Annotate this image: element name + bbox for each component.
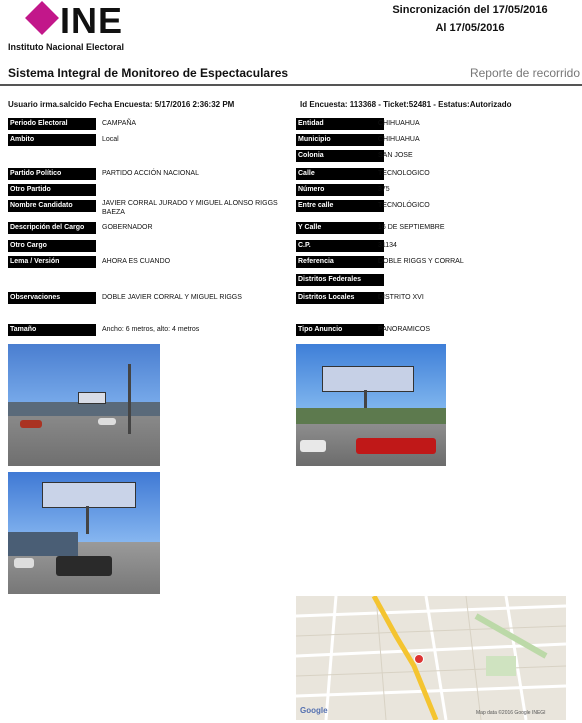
value-colonia: SAN JOSE (378, 152, 413, 159)
label-cp: C.P. (296, 240, 384, 252)
label-periodo: Periodo Electoral (8, 118, 96, 130)
label-referencia: Referencia (296, 256, 384, 268)
label-cargo: Descripción del Cargo (8, 222, 96, 234)
label-entidad: Entidad (296, 118, 384, 130)
value-referencia: DOBLE RIGGS Y CORRAL (378, 258, 464, 265)
report-label: Reporte de recorrido (469, 66, 580, 80)
label-ambito: Ambito (8, 134, 96, 146)
value-municipio: CHIHUAHUA (378, 136, 420, 143)
logo-text: INE (60, 0, 124, 41)
value-entre-calle: TECNOLÓGICO (378, 202, 430, 209)
label-tamano: Tamaño (8, 324, 96, 336)
value-tipo-anuncio: PANORAMICOS (378, 326, 430, 333)
system-title: Sistema Integral de Monitoreo de Especta… (8, 66, 289, 80)
value-calle: TECNOLOGICO (378, 170, 430, 177)
label-observaciones: Observaciones (8, 292, 96, 304)
label-candidato: Nombre Candidato (8, 200, 96, 212)
ine-logo-icon (25, 1, 59, 35)
billboard-photo-3 (296, 344, 446, 466)
value-candidato: JAVIER CORRAL JURADO Y MIGUEL ALONSO RIG… (102, 200, 278, 216)
location-map[interactable]: Google Map data ©2016 Google INEGI (296, 596, 566, 720)
label-lema: Lema / Versión (8, 256, 96, 268)
label-municipio: Municipio (296, 134, 384, 146)
sync-date-line1: Sincronización del 17/05/2016 (392, 4, 548, 16)
map-pin-icon (414, 654, 424, 664)
google-logo: Google (300, 706, 328, 715)
label-entre-calle: Entre calle (296, 200, 384, 212)
value-entidad: CHIHUAHUA (378, 120, 420, 127)
label-distritos-locales: Distritos Locales (296, 292, 384, 304)
value-partido: PARTIDO ACCIÓN NACIONAL (102, 170, 199, 177)
label-colonia: Colonia (296, 150, 384, 162)
sync-date-line2: Al 17/05/2016 (435, 22, 505, 34)
label-tipo-anuncio: Tipo Anuncio (296, 324, 384, 336)
billboard-photo-1 (8, 344, 160, 466)
value-tamano: Ancho: 6 metros, alto: 4 metros (102, 326, 200, 333)
value-periodo: CAMPAÑA (102, 120, 137, 127)
label-y-calle: Y Calle (296, 222, 384, 234)
value-distritos-locales: DISTRITO XVI (378, 294, 424, 301)
logo-subtitle: Instituto Nacional Electoral (8, 42, 125, 52)
label-otro-partido: Otro Partido (8, 184, 96, 196)
value-ambito: Local (102, 136, 119, 143)
survey-id-status: Id Encuesta: 113368 - Ticket:52481 - Est… (300, 100, 512, 109)
value-observaciones: DOBLE JAVIER CORRAL Y MIGUEL RIGGS (102, 294, 242, 301)
value-cargo: GOBERNADOR (102, 224, 153, 231)
value-y-calle: 16 DE SEPTIEMBRE (378, 224, 445, 231)
label-numero: Número (296, 184, 384, 196)
value-lema: AHORA ES CUANDO (102, 258, 171, 265)
value-numero: 375 (378, 186, 390, 193)
label-partido: Partido Político (8, 168, 96, 180)
label-calle: Calle (296, 168, 384, 180)
survey-user-date: Usuario irma.salcido Fecha Encuesta: 5/1… (8, 100, 235, 109)
billboard-photo-2 (8, 472, 160, 594)
value-cp: 31134 (378, 242, 397, 249)
label-distritos-federales: Distritos Federales (296, 274, 384, 286)
map-attribution: Map data ©2016 Google INEGI (476, 710, 546, 716)
header-divider (0, 84, 582, 86)
label-otro-cargo: Otro Cargo (8, 240, 96, 252)
